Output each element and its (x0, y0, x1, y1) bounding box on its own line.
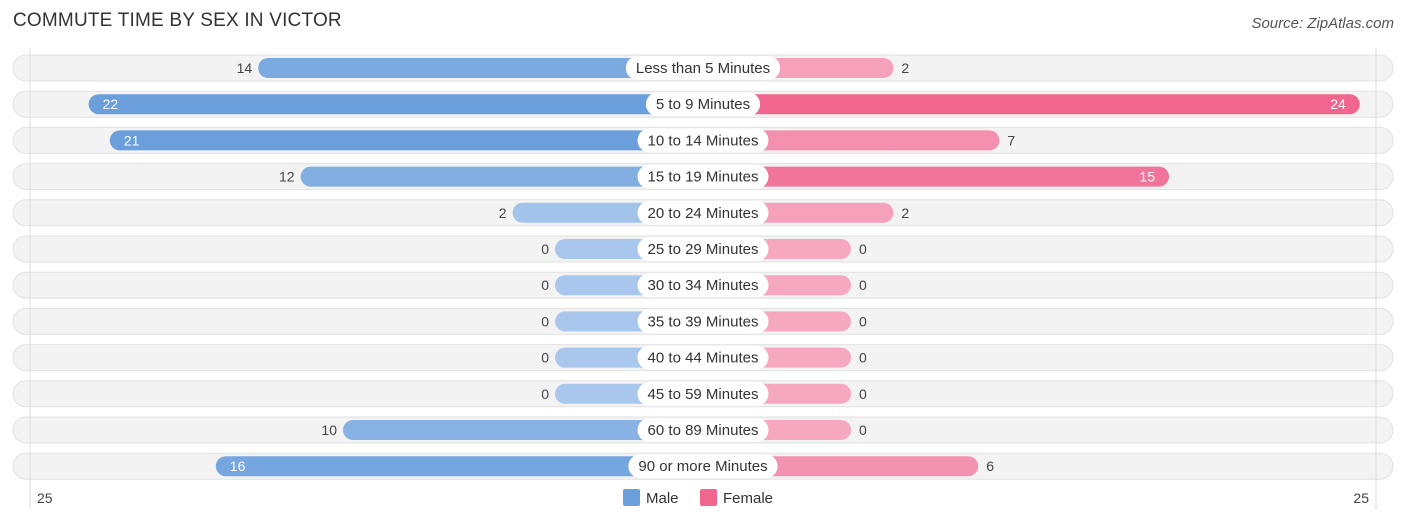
category-label: Less than 5 Minutes (636, 60, 770, 77)
legend-label-male: Male (646, 490, 679, 507)
value-label-female: 2 (901, 60, 909, 76)
value-label-female: 0 (859, 313, 867, 329)
category-label: 15 to 19 Minutes (648, 169, 759, 186)
category-label: 90 or more Minutes (638, 458, 767, 475)
bar-male (88, 94, 704, 115)
legend-swatch-female (700, 489, 717, 506)
value-label-male: 21 (124, 132, 140, 148)
value-label-male: 2 (499, 205, 507, 221)
category-label: 60 to 89 Minutes (648, 422, 759, 439)
value-label-female: 2 (901, 205, 909, 221)
value-label-female: 0 (859, 422, 867, 438)
chart-row: 10 to 14 Minutes 21 7 (12, 126, 1394, 154)
chart-row: 5 to 9 Minutes 22 24 (12, 90, 1394, 118)
chart-row: 30 to 34 Minutes 0 0 (12, 271, 1394, 299)
category-label: 40 to 44 Minutes (648, 350, 759, 367)
value-label-female: 0 (859, 241, 867, 257)
chart-row: 35 to 39 Minutes 0 0 (12, 307, 1394, 335)
value-label-male: 0 (541, 277, 549, 293)
category-label: 35 to 39 Minutes (648, 313, 759, 330)
chart-row: 20 to 24 Minutes 2 2 (12, 199, 1394, 227)
chart-row: 25 to 29 Minutes 0 0 (12, 235, 1394, 263)
value-label-male: 0 (541, 350, 549, 366)
bar-male (109, 130, 704, 151)
axis-tick-right: 25 (1353, 490, 1369, 506)
value-label-female: 0 (859, 277, 867, 293)
category-label: 30 to 34 Minutes (648, 277, 759, 294)
category-label: 10 to 14 Minutes (648, 132, 759, 149)
legend-swatch-male (623, 489, 640, 506)
bar-female (703, 166, 1169, 187)
value-label-female: 0 (859, 386, 867, 402)
value-label-male: 16 (230, 458, 246, 474)
chart-row: Less than 5 Minutes 14 2 (12, 54, 1394, 82)
value-label-male: 0 (541, 386, 549, 402)
legend-label-female: Female (723, 490, 773, 507)
bar-female (703, 94, 1360, 115)
category-label: 20 to 24 Minutes (648, 205, 759, 222)
value-label-female: 7 (1007, 132, 1015, 148)
chart-row: 60 to 89 Minutes 10 0 (12, 416, 1394, 444)
category-label: 45 to 59 Minutes (648, 386, 759, 403)
value-label-male: 10 (321, 422, 337, 438)
category-label: 25 to 29 Minutes (648, 241, 759, 258)
value-label-female: 15 (1139, 169, 1155, 185)
value-label-male: 12 (279, 169, 295, 185)
value-label-female: 0 (859, 350, 867, 366)
value-label-male: 0 (541, 241, 549, 257)
value-label-male: 14 (237, 60, 253, 76)
value-label-male: 22 (103, 96, 119, 112)
chart-row: 45 to 59 Minutes 0 0 (12, 380, 1394, 408)
chart-row: 15 to 19 Minutes 12 15 (12, 163, 1394, 191)
legend: Male Female (623, 489, 773, 507)
category-label: 5 to 9 Minutes (656, 96, 750, 113)
chart-row: 90 or more Minutes 16 6 (12, 452, 1394, 480)
axis-tick-left: 25 (37, 490, 53, 506)
value-label-male: 0 (541, 313, 549, 329)
chart-canvas: Less than 5 Minutes14 25 to 9 Minutes22 24… (12, 48, 1394, 510)
value-label-female: 6 (986, 458, 994, 474)
value-label-female: 24 (1330, 96, 1346, 112)
chart-row: 40 to 44 Minutes 0 0 (12, 344, 1394, 372)
